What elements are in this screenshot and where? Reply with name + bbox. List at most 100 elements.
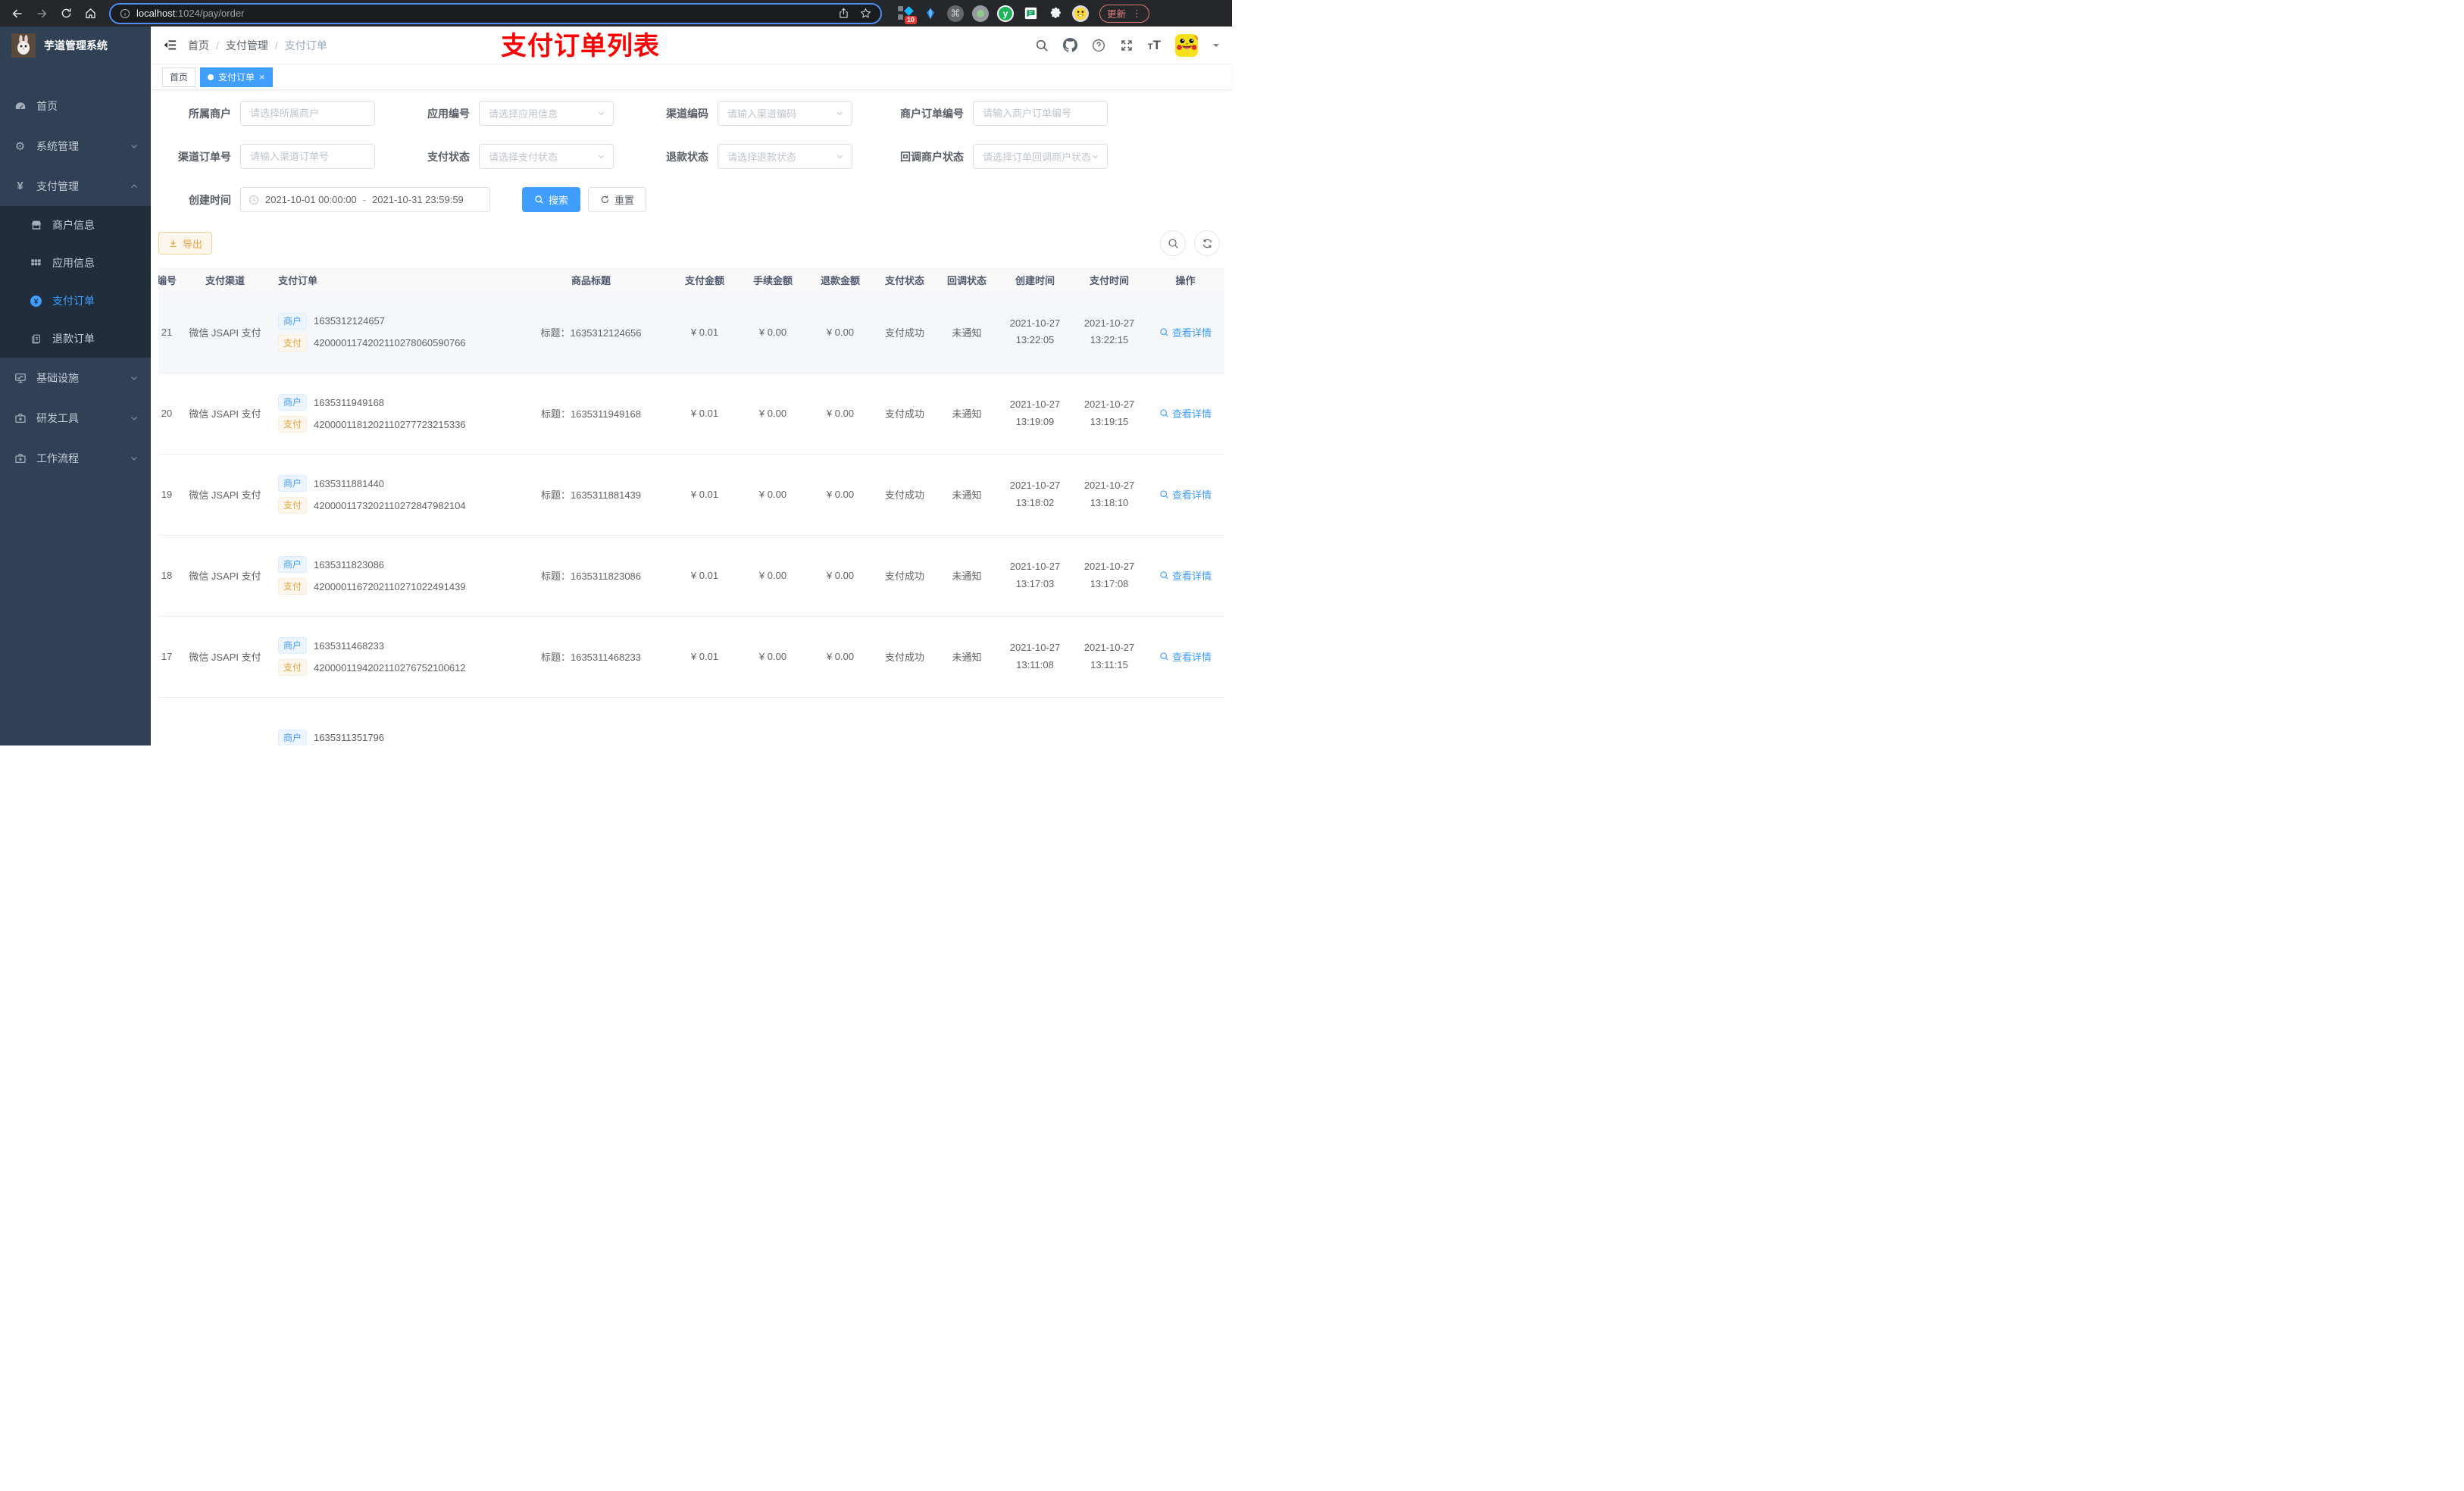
refund-status-select[interactable]: 请选择退款状态 <box>718 144 852 169</box>
sidebar: 芋道管理系统 首页 ⚙ 系统管理 ¥ 支付管理 商户信息 应用信息 ¥ 支付订单… <box>0 27 151 746</box>
fee-amount: ¥ 0.00 <box>739 535 807 617</box>
back-icon[interactable] <box>8 4 27 23</box>
font-size-icon[interactable]: TT <box>1148 39 1161 52</box>
refund-amount: ¥ 0.00 <box>807 292 874 374</box>
navbar-actions: TT <box>1035 33 1220 57</box>
breadcrumb-current: 支付订单 <box>284 39 327 52</box>
pay-time: 2021-10-27 13:19:15 <box>1072 373 1146 455</box>
sidebar-item-app-info[interactable]: 应用信息 <box>0 244 151 282</box>
view-detail-link[interactable]: 查看详情 <box>1159 568 1212 583</box>
sidebar-item-refund-order[interactable]: 退款订单 <box>0 320 151 358</box>
view-detail-link[interactable]: 查看详情 <box>1159 649 1212 664</box>
help-icon[interactable] <box>1092 39 1105 52</box>
filter-create-time: 创建时间 2021-10-01 00:00:00 - 2021-10-31 23… <box>158 187 490 212</box>
pay-order-cell: 商户 1635311949168 支付 42000011812021102777232… <box>270 373 511 455</box>
sidebar-item-workflow[interactable]: 工作流程 <box>0 438 151 478</box>
address-bar[interactable]: localhost:1024/pay/order <box>109 2 882 24</box>
forward-icon[interactable] <box>32 4 52 23</box>
fullscreen-icon[interactable] <box>1120 39 1134 52</box>
sidebar-item-payment[interactable]: ¥ 支付管理 <box>0 166 151 206</box>
page-content: 所属商户 应用编号 请选择应用信息 渠道编码 请输入渠道编码 商户订单编号 <box>151 90 1232 746</box>
merchant-order-no-input[interactable] <box>973 101 1108 126</box>
breadcrumb-payment[interactable]: 支付管理 <box>226 38 268 53</box>
more-menu-icon[interactable]: ⋮ <box>1132 8 1142 18</box>
browser-update-button[interactable]: 更新 ⋮ <box>1099 4 1150 23</box>
reset-button[interactable]: 重置 <box>588 187 647 212</box>
pay-status: 支付成功 <box>874 535 936 617</box>
sidebar-item-label: 支付管理 <box>36 180 79 192</box>
tab-pay-order[interactable]: 支付订单 × <box>200 67 273 87</box>
sidebar-item-home[interactable]: 首页 <box>0 86 151 126</box>
monitor-icon <box>14 372 27 384</box>
callback-status: 未通知 <box>936 373 998 455</box>
pay-status: 支付成功 <box>874 454 936 536</box>
app-select[interactable]: 请选择应用信息 <box>479 101 614 126</box>
extension-emoji-avatar[interactable] <box>1072 5 1089 22</box>
merchant-input[interactable] <box>240 101 375 126</box>
fee-amount: ¥ 0.00 <box>739 616 807 698</box>
channel-code-select[interactable]: 请输入渠道编码 <box>718 101 852 126</box>
sidebar-item-label: 基础设施 <box>36 371 79 384</box>
filter-merchant-order-no-label: 商户订单编号 <box>900 107 964 120</box>
extension-command-icon[interactable]: ⌘ <box>947 5 964 22</box>
sidebar-logo[interactable]: 芋道管理系统 <box>0 27 151 64</box>
yen-icon: ¥ <box>17 180 23 192</box>
sidebar-item-infrastructure[interactable]: 基础设施 <box>0 358 151 398</box>
create-time-range-picker[interactable]: 2021-10-01 00:00:00 - 2021-10-31 23:59:5… <box>240 187 490 212</box>
view-detail-link[interactable]: 查看详情 <box>1159 406 1212 420</box>
reload-icon[interactable] <box>56 4 76 23</box>
view-detail-link[interactable]: 查看详情 <box>1159 487 1212 502</box>
share-icon[interactable] <box>838 8 849 19</box>
sidebar-item-pay-order[interactable]: ¥ 支付订单 <box>0 282 151 320</box>
export-button[interactable]: 导出 <box>158 232 213 255</box>
tab-home[interactable]: 首页 <box>162 67 196 87</box>
sidebar-item-dev-tools[interactable]: 研发工具 <box>0 398 151 438</box>
extension-dot-icon[interactable] <box>972 5 989 22</box>
filter-channel-code: 渠道编码 请输入渠道编码 <box>636 101 852 126</box>
extension-chat-icon[interactable] <box>1022 5 1039 22</box>
callback-status-select[interactable]: 请选择订单回调商户状态 <box>973 144 1108 169</box>
fold-icon[interactable] <box>163 38 177 52</box>
actions-cell: 查看详情 <box>1146 454 1224 536</box>
pay-tag: 支付 <box>278 578 308 595</box>
close-icon[interactable]: × <box>259 71 265 83</box>
refresh-button[interactable] <box>1194 230 1220 256</box>
breadcrumb-home[interactable]: 首页 <box>188 38 209 53</box>
order-number: 4200001174202110278060590766 <box>314 337 466 349</box>
pay-status-select[interactable]: 请选择支付状态 <box>479 144 614 169</box>
extensions-puzzle-icon[interactable] <box>1047 5 1064 22</box>
pay-order-cell: 商户 1635311823086 支付 42000011672021102710224… <box>270 535 511 617</box>
extension-y-icon[interactable]: y <box>997 5 1014 22</box>
browser-extensions: 10 ⌘ y <box>891 5 1095 24</box>
extension-icon-badge[interactable]: 10 <box>897 5 917 24</box>
search-icon[interactable] <box>1035 39 1049 52</box>
table-row: 17 微信 JSAPI 支付 商户 1635311468233 支付 4200001194… <box>158 616 1224 698</box>
github-icon[interactable] <box>1062 38 1077 52</box>
filter-merchant-order-no: 商户订单编号 <box>874 101 1108 126</box>
caret-down-icon[interactable] <box>1212 42 1220 49</box>
svg-text:¥: ¥ <box>34 298 39 306</box>
pay-tag: 支付 <box>278 334 308 352</box>
pay-time <box>1072 697 1146 746</box>
pay-time: 2021-10-27 13:11:15 <box>1072 616 1146 698</box>
pay-status <box>874 697 936 746</box>
pay-tag: 支付 <box>278 416 308 433</box>
avatar[interactable] <box>1175 33 1198 57</box>
view-detail-link[interactable]: 查看详情 <box>1159 325 1212 339</box>
channel-order-no-input[interactable] <box>240 144 375 169</box>
sidebar-item-label: 首页 <box>36 99 58 112</box>
toggle-search-button[interactable] <box>1160 230 1186 256</box>
search-button[interactable]: 搜索 <box>522 187 581 212</box>
callback-status: 未通知 <box>936 616 998 698</box>
filter-app-label: 应用编号 <box>427 107 470 120</box>
create-time: 2021-10-27 13:17:03 <box>998 535 1072 617</box>
star-icon[interactable] <box>860 8 871 19</box>
sidebar-item-merchant-info[interactable]: 商户信息 <box>0 206 151 244</box>
product-title <box>511 697 671 746</box>
info-icon[interactable] <box>120 8 130 19</box>
refund-amount: ¥ 0.00 <box>807 454 874 536</box>
home-icon[interactable] <box>80 4 100 23</box>
pay-amount: ¥ 0.01 <box>671 373 739 455</box>
extension-gem-icon[interactable] <box>922 5 939 22</box>
sidebar-item-system[interactable]: ⚙ 系统管理 <box>0 126 151 166</box>
